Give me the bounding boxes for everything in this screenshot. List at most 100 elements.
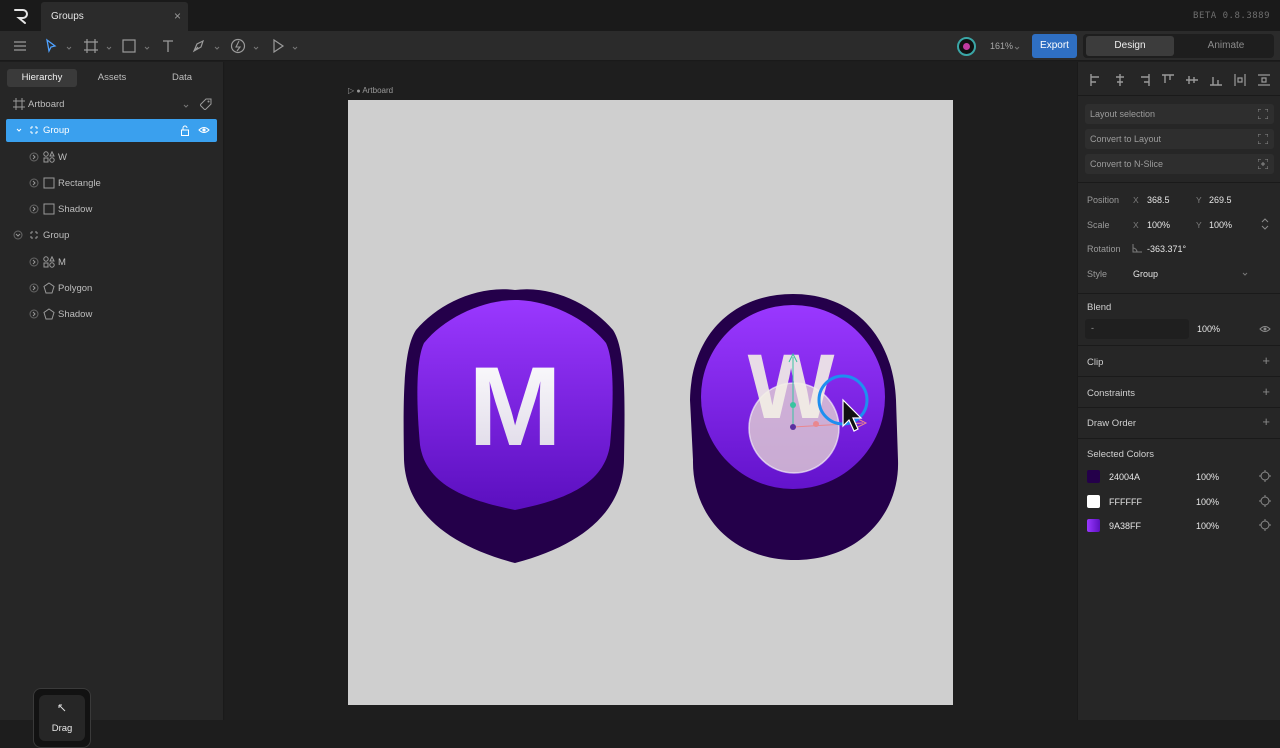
expand-icon[interactable]	[29, 178, 39, 188]
target-icon[interactable]	[1259, 470, 1271, 482]
rotation-input[interactable]: -363.371°	[1147, 244, 1186, 254]
tree-row-w[interactable]: W	[0, 146, 224, 168]
tree-row-rectangle[interactable]: Rectangle	[0, 172, 224, 194]
tree-row-group-selected[interactable]: Group	[6, 119, 217, 142]
color-opacity[interactable]: 100%	[1196, 497, 1219, 507]
scale-y-input[interactable]: 100%	[1209, 220, 1232, 230]
rive-logo-icon[interactable]	[12, 7, 30, 25]
tree-row-group[interactable]: Group	[0, 224, 224, 246]
letter-m[interactable]: M	[468, 344, 561, 469]
drag-mode-button[interactable]: Drag	[39, 695, 85, 741]
pen-tool-icon[interactable]	[191, 38, 209, 54]
target-icon[interactable]	[1259, 495, 1271, 507]
align-center-h-icon[interactable]	[1114, 74, 1126, 86]
tree-label: Polygon	[58, 283, 93, 294]
position-x-input[interactable]: 368.5	[1147, 195, 1170, 205]
layout-selection-button[interactable]: Layout selection	[1085, 104, 1274, 124]
blend-mode-select[interactable]: -	[1085, 319, 1189, 339]
align-center-v-icon[interactable]	[1186, 74, 1198, 86]
play-icon[interactable]: ▷	[348, 86, 354, 95]
chevron-down-icon[interactable]	[253, 43, 259, 50]
chevron-down-icon[interactable]	[15, 126, 25, 136]
expand-icon[interactable]	[29, 283, 39, 293]
link-scale-icon[interactable]	[1261, 217, 1269, 231]
tree-row-shadow[interactable]: Shadow	[0, 303, 224, 325]
chevron-down-icon[interactable]	[214, 43, 220, 50]
draw-order-title: Draw Order	[1087, 418, 1137, 429]
design-mode-button[interactable]: Design	[1086, 36, 1174, 56]
chevron-down-icon[interactable]	[183, 101, 193, 111]
color-opacity[interactable]: 100%	[1196, 472, 1219, 482]
tab-hierarchy[interactable]: Hierarchy	[7, 69, 77, 87]
artboard-tool-icon[interactable]	[83, 38, 101, 54]
tag-icon[interactable]	[199, 98, 212, 111]
eye-icon[interactable]	[198, 125, 210, 137]
chevron-down-icon[interactable]	[1014, 43, 1020, 50]
style-select[interactable]: Group	[1133, 269, 1158, 279]
add-constraint-icon[interactable]: +	[1262, 384, 1270, 399]
convert-to-nslice-button[interactable]: Convert to N-Slice	[1085, 154, 1274, 174]
close-tab-icon[interactable]: ×	[174, 9, 181, 23]
color-opacity[interactable]: 100%	[1196, 521, 1219, 531]
color-swatch[interactable]	[1087, 470, 1100, 483]
text-tool-icon[interactable]	[160, 38, 178, 54]
color-swatch[interactable]	[1087, 495, 1100, 508]
color-hex[interactable]: 24004A	[1109, 472, 1140, 482]
position-y-input[interactable]: 269.5	[1209, 195, 1232, 205]
distribute-v-icon[interactable]	[1258, 74, 1270, 86]
expand-icon[interactable]	[29, 257, 39, 267]
inspector-panel: Layout selection Convert to Layout Conve…	[1077, 62, 1280, 720]
align-bottom-icon[interactable]	[1210, 74, 1222, 86]
blend-title: Blend	[1087, 302, 1112, 313]
expand-icon[interactable]	[29, 309, 39, 319]
group-icon	[29, 230, 39, 240]
expand-icon[interactable]	[29, 204, 39, 214]
color-swatch[interactable]	[1087, 519, 1100, 532]
file-tab[interactable]: Groups ×	[41, 2, 188, 31]
artboard-title[interactable]: ▷ ● Artboard	[348, 86, 393, 95]
tab-assets[interactable]: Assets	[77, 69, 147, 87]
distribute-h-icon[interactable]	[1234, 74, 1246, 86]
play-icon[interactable]	[270, 38, 288, 54]
color-hex[interactable]: 9A38FF	[1109, 521, 1141, 531]
align-left-icon[interactable]	[1090, 74, 1102, 86]
tree-row-polygon[interactable]: Polygon	[0, 277, 224, 299]
rectangle-tool-icon[interactable]	[121, 38, 139, 54]
artboard[interactable]: M W	[348, 100, 953, 705]
align-top-icon[interactable]	[1162, 74, 1174, 86]
design-canvas[interactable]: ▷ ● Artboard M W	[225, 62, 1077, 720]
chevron-down-icon[interactable]	[1242, 271, 1248, 277]
file-tab-title: Groups	[51, 11, 84, 22]
add-draw-order-icon[interactable]: +	[1262, 414, 1270, 429]
chevron-down-icon[interactable]	[144, 43, 150, 50]
tree-row-shadow[interactable]: Shadow	[0, 198, 224, 220]
menu-icon[interactable]	[12, 38, 30, 54]
chevron-down-icon[interactable]	[292, 43, 298, 50]
scale-x-input[interactable]: 100%	[1147, 220, 1170, 230]
collapse-icon[interactable]	[13, 230, 23, 240]
animate-mode-button[interactable]: Animate	[1183, 36, 1269, 56]
eye-icon[interactable]	[1259, 324, 1271, 334]
target-icon[interactable]	[1259, 519, 1271, 531]
angle-icon	[1132, 244, 1142, 253]
artboard-graphics[interactable]: M W	[348, 100, 953, 705]
tree-row-m[interactable]: M	[0, 251, 224, 273]
badge-w[interactable]: W	[690, 294, 899, 560]
avatar[interactable]	[957, 37, 976, 56]
lock-icon[interactable]	[180, 125, 192, 137]
badge-m[interactable]: M	[403, 289, 625, 563]
chevron-down-icon[interactable]	[66, 43, 72, 50]
expand-icon[interactable]	[29, 152, 39, 162]
select-tool-icon[interactable]	[43, 38, 61, 54]
zoom-level[interactable]: 161%	[990, 41, 1013, 51]
chevron-down-icon[interactable]	[106, 43, 112, 50]
blend-opacity-input[interactable]: 100%	[1197, 324, 1220, 334]
bone-tool-icon[interactable]	[230, 38, 248, 54]
export-button[interactable]: Export	[1032, 34, 1077, 58]
add-clip-icon[interactable]: +	[1262, 353, 1270, 368]
tab-data[interactable]: Data	[147, 69, 217, 87]
convert-to-layout-button[interactable]: Convert to Layout	[1085, 129, 1274, 149]
color-hex[interactable]: FFFFFF	[1109, 497, 1142, 507]
align-right-icon[interactable]	[1138, 74, 1150, 86]
tree-row-artboard[interactable]: Artboard	[0, 93, 224, 115]
